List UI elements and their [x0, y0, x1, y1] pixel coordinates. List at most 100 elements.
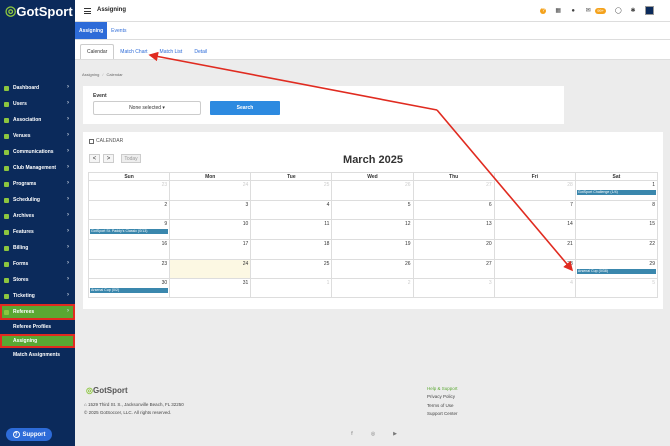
- sidebar-item-programs[interactable]: Programs ›: [0, 176, 75, 192]
- sidebar-item-label: Dashboard: [13, 85, 40, 91]
- breadcrumb-assigning[interactable]: Assigning: [82, 72, 99, 77]
- calendar-day-cell[interactable]: 6: [414, 200, 495, 220]
- calendar-day-cell[interactable]: 21: [495, 240, 576, 259]
- instagram-icon[interactable]: ◎: [370, 431, 376, 437]
- calendar-day-cell[interactable]: 13: [414, 220, 495, 240]
- tab-assigning[interactable]: Assigning: [75, 22, 108, 39]
- calendar-day-cell[interactable]: 17: [170, 240, 252, 259]
- sidebar-item-dashboard[interactable]: Dashboard ›: [0, 80, 75, 96]
- calendar-day-cell[interactable]: 14: [495, 220, 576, 240]
- calendar-event[interactable]: Arsenal Cup (0/2): [90, 288, 169, 294]
- sidebar-subitem-assigning[interactable]: Assigning: [0, 334, 75, 348]
- event-select[interactable]: None selected ▾: [93, 101, 201, 115]
- calendar-day-cell[interactable]: 25: [251, 259, 333, 279]
- calendar-day-cell[interactable]: 19: [332, 240, 414, 259]
- users-icon: [4, 101, 9, 107]
- sidebar-item-label: Communications: [13, 149, 54, 155]
- calendar-event[interactable]: GotSport Challenge (1/4): [576, 190, 656, 195]
- calendar-day-cell[interactable]: 24: [170, 259, 252, 279]
- calendar-day-cell[interactable]: 12: [332, 220, 414, 240]
- calendar-day-cell[interactable]: 11: [251, 220, 333, 240]
- calendar-day-cell[interactable]: 20: [414, 240, 495, 259]
- sidebar-item-archives[interactable]: Archives ›: [0, 208, 75, 224]
- calendar-day-cell[interactable]: 23: [89, 181, 171, 200]
- sidebar-item-club-management[interactable]: Club Management ›: [0, 160, 75, 176]
- calendar-day-cell[interactable]: 28: [495, 259, 576, 279]
- calendar-day-cell[interactable]: 15: [576, 220, 657, 239]
- sidebar-item-features[interactable]: Features ›: [0, 224, 75, 240]
- sidebar-subitem-referee-profiles[interactable]: Referee Profiles: [0, 320, 75, 334]
- gotsport-logo[interactable]: ◎ GotSport: [0, 0, 75, 22]
- calendar-day-cell[interactable]: 24: [170, 181, 252, 200]
- calendar-day-cell[interactable]: 10: [170, 220, 252, 240]
- sidebar-item-scheduling[interactable]: Scheduling ›: [0, 192, 75, 208]
- sidebar-item-billing[interactable]: Billing ›: [0, 240, 75, 256]
- calendar-day-cell[interactable]: 2: [332, 279, 414, 298]
- calendar-day-cell[interactable]: 9 GotSport St. Paddy's Classic (0/13): [89, 220, 171, 240]
- calendar-day-cell[interactable]: 3: [414, 279, 495, 298]
- communications-icon: [4, 149, 9, 155]
- footer-link-terms[interactable]: Terms of Use: [427, 403, 454, 408]
- calendar-event[interactable]: Arsenal Cup (0/38): [576, 268, 656, 274]
- calendar-day-cell[interactable]: 27: [414, 181, 495, 200]
- calendar-day-cell[interactable]: 30 Arsenal Cup (0/2): [89, 279, 171, 298]
- sidebar-item-stores[interactable]: Stores ›: [0, 272, 75, 288]
- gear-icon[interactable]: ✱: [630, 8, 636, 14]
- youtube-icon[interactable]: ▶: [392, 431, 398, 437]
- footer-link-support-center[interactable]: Support Center: [427, 411, 458, 416]
- calendar-day-cell[interactable]: 5: [332, 200, 414, 220]
- calendar-day-cell[interactable]: 27: [414, 259, 495, 279]
- sidebar-item-label: Stores: [13, 277, 29, 283]
- sidebar-item-communications[interactable]: Communications ›: [0, 144, 75, 160]
- calendar-day-cell[interactable]: 8: [576, 201, 657, 220]
- sidebar-item-association[interactable]: Association ›: [0, 112, 75, 128]
- tab-calendar[interactable]: Calendar: [80, 44, 115, 59]
- grid-icon[interactable]: ▦: [555, 8, 561, 14]
- mail-icon[interactable]: ✉: [585, 8, 591, 14]
- calendar-day-cell[interactable]: 29 Arsenal Cup (0/38): [576, 260, 657, 279]
- calendar-day-cell[interactable]: 1: [251, 279, 333, 298]
- tab-match-list[interactable]: Match List: [154, 44, 189, 59]
- calendar-day-cell[interactable]: 4: [251, 200, 333, 220]
- billing-icon: [4, 245, 9, 251]
- sidebar-item-forms[interactable]: Forms ›: [0, 256, 75, 272]
- calendar-day-cell[interactable]: 31: [170, 279, 252, 298]
- footer-link-privacy[interactable]: Privacy Policy: [427, 394, 455, 399]
- sidebar-item-users[interactable]: Users ›: [0, 96, 75, 112]
- calendar-day-cell[interactable]: 1 GotSport Challenge (1/4): [576, 181, 657, 200]
- facebook-icon[interactable]: f: [349, 431, 355, 437]
- calendar-day-cell[interactable]: 22: [576, 240, 657, 259]
- search-button[interactable]: Search: [210, 101, 280, 115]
- sidebar-subitem-match-assignments[interactable]: Match Assignments: [0, 348, 75, 362]
- calendar-day-cell[interactable]: 4: [495, 279, 576, 298]
- calendar-day-cell[interactable]: 26: [332, 259, 414, 279]
- sidebar-item-venues[interactable]: Venues ›: [0, 128, 75, 144]
- calendar-day-cell[interactable]: 16: [89, 240, 171, 259]
- sidebar-item-ticketing[interactable]: Ticketing ›: [0, 288, 75, 304]
- calendar-day-cell[interactable]: 7: [495, 200, 576, 220]
- tab-match-chart[interactable]: Match Chart: [114, 44, 153, 59]
- calendar-day-cell[interactable]: 26: [332, 181, 414, 200]
- calendar-event[interactable]: GotSport St. Paddy's Classic (0/13): [90, 229, 169, 235]
- calendar-day-cell[interactable]: 18: [251, 240, 333, 259]
- support-button[interactable]: ? Support: [6, 428, 52, 441]
- tab-events[interactable]: Events: [107, 22, 130, 39]
- calendar-day-cell[interactable]: 3: [170, 200, 252, 220]
- calendar-day-cell[interactable]: 23: [89, 259, 171, 279]
- tab-detail[interactable]: Detail: [188, 44, 213, 59]
- notification-badge[interactable]: 99+: [595, 7, 606, 14]
- calendar-day-cell[interactable]: 5: [576, 279, 657, 297]
- chevron-right-icon: ›: [67, 260, 69, 266]
- avatar[interactable]: [645, 6, 654, 15]
- chat-icon[interactable]: ◯: [615, 8, 622, 14]
- sidebar-item-referees[interactable]: Referees ›: [0, 304, 75, 320]
- user-icon[interactable]: ●: [570, 8, 576, 14]
- chevron-right-icon: ›: [67, 164, 69, 170]
- chevron-right-icon: ›: [67, 276, 69, 282]
- calendar-day-cell[interactable]: 2: [89, 200, 171, 220]
- month-title: March 2025: [343, 154, 403, 166]
- calendar-day-cell[interactable]: 28: [495, 181, 576, 200]
- menu-icon[interactable]: [84, 8, 91, 14]
- calendar-day-cell[interactable]: 25: [251, 181, 333, 200]
- help-icon[interactable]: ?: [540, 7, 547, 14]
